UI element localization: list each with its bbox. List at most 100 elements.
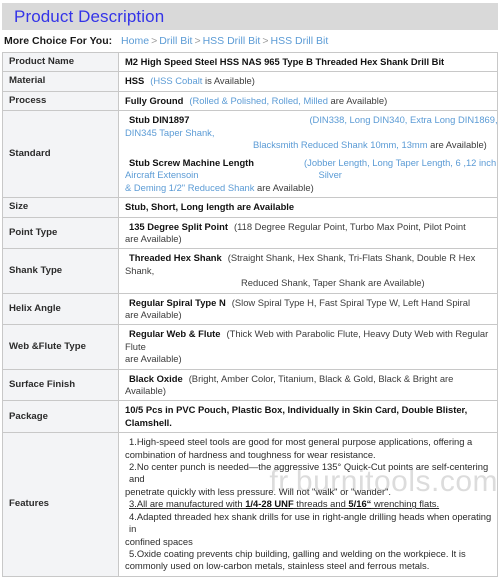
table-row: Process Fully Ground (Rolled & Polished, … — [2, 90, 498, 112]
material-alternatives: HSS Cobalt — [153, 75, 203, 87]
row-value-size: Stub, Short, Long length are Available — [118, 196, 498, 218]
standard-alt-1: (DIN338, Long DIN340, Extra Long DIN1869… — [309, 114, 498, 126]
table-row: Shank Type Threaded Hex Shank (Straight S… — [2, 248, 498, 294]
feature-5-line-2: commonly used on low-carbon metals, stai… — [125, 560, 430, 572]
section-title-bar: Product Description — [2, 3, 498, 30]
breadcrumb-label: More Choice For You: — [4, 35, 113, 47]
helix-angle-alt-2: are Available) — [125, 309, 182, 320]
feature-3-line-1: 3.All are manufactured with 1/4-28 UNF t… — [125, 498, 492, 510]
feature-1-line-2: combination of hardness and toughness fo… — [125, 448, 376, 460]
table-row: Web &Flute Type Regular Web & Flute (Thic… — [2, 324, 498, 370]
breadcrumb-item-drill-bit[interactable]: Drill Bit — [159, 35, 192, 47]
shank-type-alt-2: Reduced Shank, Taper Shank are Available… — [241, 277, 425, 289]
product-description-page: Product Description More Choice For You:… — [0, 3, 500, 577]
table-row: Size Stub, Short, Long length are Availa… — [2, 196, 498, 218]
row-value-material: HSS (HSS Cobalt is Available) — [118, 71, 498, 92]
standard-alt-6: & Deming 1/2" Reduced Shank — [125, 181, 255, 193]
table-row: Helix Angle Regular Spiral Type N (Slow S… — [2, 292, 498, 326]
row-key-material: Material — [2, 71, 119, 92]
table-row: Point Type 135 Degree Split Point (118 De… — [2, 216, 498, 250]
standard-alt-5b: Silver — [318, 169, 342, 181]
row-key-surface-finish: Surface Finish — [2, 368, 119, 402]
breadcrumb-item-home[interactable]: Home — [121, 35, 149, 47]
helix-angle-line-2: are Available) — [125, 309, 492, 321]
feature-item-2: 2.No center punch is needed—the aggressi… — [125, 461, 492, 498]
feature-4-line-2: confined spaces — [125, 535, 193, 547]
feature-1-line-1: 1.High-speed steel tools are good for mo… — [129, 436, 473, 448]
feature-5-line-1: 5.Oxide coating prevents chip building, … — [129, 547, 466, 559]
standard-alt-5a: Aircraft Extensoin — [125, 169, 199, 181]
table-row: Features 1.High-speed steel tools are go… — [2, 432, 498, 577]
row-key-package: Package — [2, 400, 119, 434]
feature-item-1: 1.High-speed steel tools are good for mo… — [125, 436, 492, 461]
row-key-product-name: Product Name — [2, 51, 119, 73]
table-row: Material HSS (HSS Cobalt is Available) — [2, 71, 498, 92]
feature-item-3: 3.All are manufactured with 1/4-28 UNF t… — [125, 498, 492, 510]
standard-alt-3: Blacksmith Reduced Shank 10mm, 13mm — [253, 139, 428, 151]
shank-type-main: Threaded Hex Shank — [129, 252, 222, 264]
point-type-alt-1: (118 Degree Regular Point, Turbo Max Poi… — [234, 220, 466, 232]
table-row: Product Name M2 High Speed Steel HSS NAS… — [2, 51, 498, 73]
standard-line-3: Blacksmith Reduced Shank 10mm, 13mm are … — [125, 139, 492, 151]
feature-2-line-2: penetrate quickly with less pressure. Wi… — [125, 485, 392, 497]
row-value-shank-type: Threaded Hex Shank (Straight Shank, Hex S… — [118, 248, 498, 294]
standard-alt-2: DIN345 Taper Shank, — [125, 126, 215, 138]
material-main: HSS — [125, 75, 145, 87]
feature-2-line-1: 2.No center punch is needed—the aggressi… — [129, 461, 489, 485]
standard-line-5: Aircraft Extensoin Silver — [125, 169, 492, 181]
point-type-main: 135 Degree Split Point — [129, 220, 228, 232]
row-value-package: 10/5 Pcs in PVC Pouch, Plastic Box, Indi… — [118, 400, 498, 434]
standard-line-2: DIN345 Taper Shank, — [125, 127, 492, 139]
table-row: Package 10/5 Pcs in PVC Pouch, Plastic B… — [2, 400, 498, 434]
web-flute-alt-2: are Available) — [125, 353, 182, 365]
feature-item-4: 4.Adapted threaded hex shank drills for … — [125, 511, 492, 548]
web-flute-main: Regular Web & Flute — [129, 328, 221, 340]
row-key-standard: Standard — [2, 110, 119, 198]
process-tail: are Available) — [327, 94, 388, 106]
material-tail: is Available) — [202, 75, 255, 87]
row-key-size: Size — [2, 196, 119, 218]
helix-angle-alt-1: (Slow Spiral Type H, Fast Spiral Type W,… — [231, 296, 471, 308]
row-value-product-name: M2 High Speed Steel HSS NAS 965 Type B T… — [118, 51, 498, 73]
point-type-line-2: are Available) — [125, 233, 492, 245]
standard-line-1: Stub DIN1897 (DIN338, Long DIN340, Extra … — [125, 114, 498, 126]
standard-main-2: Stub Screw Machine Length — [129, 156, 255, 168]
product-spec-table: Product Name M2 High Speed Steel HSS NAS… — [2, 51, 498, 577]
row-value-point-type: 135 Degree Split Point (118 Degree Regula… — [118, 216, 498, 250]
package-text: 10/5 Pcs in PVC Pouch, Plastic Box, Indi… — [125, 404, 468, 428]
row-value-helix-angle: Regular Spiral Type N (Slow Spiral Type H… — [118, 292, 498, 326]
breadcrumb-item-hss-drill-bit[interactable]: HSS Drill Bit — [203, 35, 261, 47]
row-value-web-flute-type: Regular Web & Flute (Thick Web with Parab… — [118, 324, 498, 370]
table-row: Surface Finish Black Oxide (Bright, Amber… — [2, 368, 498, 402]
row-key-web-flute-type: Web &Flute Type — [2, 324, 119, 370]
table-row: Standard Stub DIN1897 (DIN338, Long DIN34… — [2, 110, 498, 198]
row-value-process: Fully Ground (Rolled & Polished, Rolled, … — [118, 90, 498, 112]
breadcrumb-item-hss-drill-bit-2[interactable]: HSS Drill Bit — [271, 35, 329, 47]
row-key-point-type: Point Type — [2, 216, 119, 250]
breadcrumb: More Choice For You: Home > Drill Bit > HSS … — [0, 30, 500, 52]
process-alternatives: Rolled & Polished, Rolled, Milled — [192, 94, 328, 106]
row-key-shank-type: Shank Type — [2, 248, 119, 294]
breadcrumb-separator: > — [151, 35, 158, 47]
row-key-features: Features — [2, 432, 119, 577]
standard-tail-6: are Available) — [254, 181, 314, 193]
row-key-helix-angle: Helix Angle — [2, 292, 119, 326]
row-value-standard: Stub DIN1897 (DIN338, Long DIN340, Extra … — [118, 110, 498, 198]
surface-finish-main: Black Oxide — [129, 372, 183, 384]
product-name-text: M2 High Speed Steel HSS NAS 965 Type B T… — [125, 55, 445, 67]
row-value-surface-finish: Black Oxide (Bright, Amber Color, Titaniu… — [118, 368, 498, 402]
web-flute-line-1: Regular Web & Flute (Thick Web with Parab… — [125, 328, 492, 353]
row-value-features: 1.High-speed steel tools are good for mo… — [118, 432, 498, 577]
point-type-alt-2: are Available) — [125, 232, 182, 244]
standard-tail-3: are Available) — [427, 139, 487, 151]
page-title: Product Description — [14, 7, 165, 26]
row-key-process: Process — [2, 90, 119, 112]
breadcrumb-separator: > — [262, 35, 269, 47]
shank-type-line-2: Reduced Shank, Taper Shank are Available… — [125, 277, 492, 289]
shank-type-line-1: Threaded Hex Shank (Straight Shank, Hex S… — [125, 252, 492, 277]
point-type-line-1: 135 Degree Split Point (118 Degree Regula… — [125, 221, 492, 233]
standard-line-4: Stub Screw Machine Length (Jobber Length,… — [125, 156, 496, 169]
helix-angle-line-1: Regular Spiral Type N (Slow Spiral Type H… — [125, 297, 492, 309]
breadcrumb-separator: > — [194, 35, 201, 47]
feature-item-5: 5.Oxide coating prevents chip building, … — [125, 548, 492, 573]
